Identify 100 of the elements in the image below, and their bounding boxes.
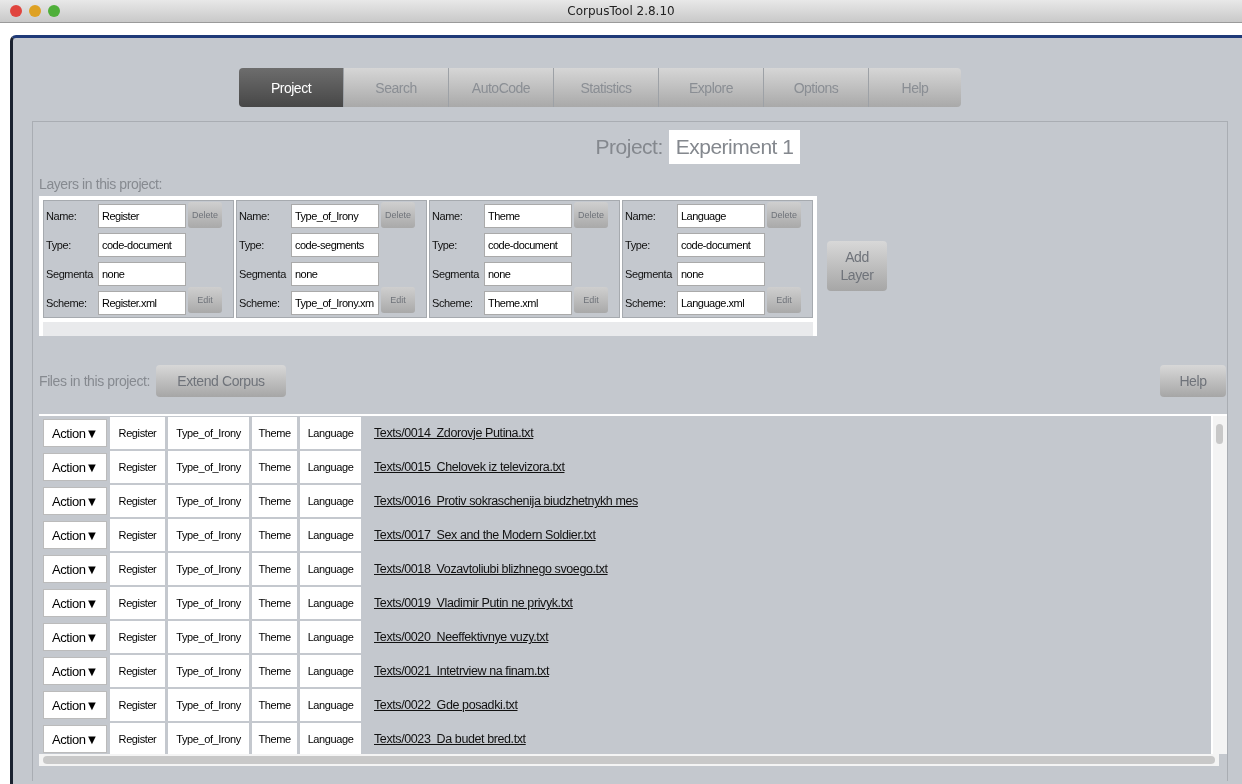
- layer-cell[interactable]: Theme: [252, 689, 297, 721]
- input-field[interactable]: code-segments: [291, 232, 379, 257]
- field-label: Scheme:: [625, 296, 667, 309]
- layer-cell[interactable]: Language: [300, 485, 361, 517]
- input-field[interactable]: code-document: [98, 232, 186, 257]
- project-label: Project:: [595, 135, 663, 159]
- layer-cell[interactable]: Type_of_Irony: [168, 451, 249, 483]
- layer-cell[interactable]: Register: [110, 553, 165, 585]
- layer-cell[interactable]: Register: [110, 519, 165, 551]
- file-link[interactable]: Texts/0018 Vozavtoliubi blizhnego svoego.txt: [374, 562, 608, 576]
- field-label: Name:: [46, 209, 78, 222]
- action-dropdown[interactable]: Action▼: [43, 419, 107, 447]
- file-link[interactable]: Texts/0021 Intetrview na finam.txt: [374, 664, 549, 678]
- field-label: Segmenta: [432, 267, 481, 280]
- input-field[interactable]: none: [291, 261, 379, 286]
- field-label: Name:: [239, 209, 271, 222]
- input-field[interactable]: Theme.xml: [484, 290, 572, 315]
- layer-cell[interactable]: Theme: [252, 553, 297, 585]
- layer-cell[interactable]: Language: [300, 587, 361, 619]
- file-link[interactable]: Texts/0016 Protiv sokraschenija biudzhetnykh mes: [374, 494, 638, 508]
- layer-cell[interactable]: Type_of_Irony: [168, 655, 249, 687]
- layer-cell[interactable]: Register: [110, 587, 165, 619]
- layer-cell[interactable]: Language: [300, 519, 361, 551]
- layer-cell[interactable]: Language: [300, 655, 361, 687]
- minimize-icon[interactable]: [29, 5, 41, 17]
- field-label: Type:: [46, 238, 72, 251]
- action-dropdown[interactable]: Action▼: [43, 521, 107, 549]
- layer-cell[interactable]: Language: [300, 621, 361, 653]
- layer-cell[interactable]: Type_of_Irony: [168, 519, 249, 551]
- layer-cell[interactable]: Theme: [252, 621, 297, 653]
- input-field[interactable]: Type_of_Irony: [291, 203, 379, 228]
- field-label: Type:: [625, 238, 651, 251]
- layer-cell[interactable]: Theme: [252, 587, 297, 619]
- action-dropdown[interactable]: Action▼: [43, 487, 107, 515]
- field-label: Name:: [625, 209, 657, 222]
- layer-cell[interactable]: Language: [300, 723, 361, 755]
- input-field[interactable]: Type_of_Irony.xm: [291, 290, 379, 315]
- layer-cell[interactable]: Register: [110, 485, 165, 517]
- file-link[interactable]: Texts/0020 Neeffektivnye vuzy.txt: [374, 630, 549, 644]
- layer-cell[interactable]: Theme: [252, 519, 297, 551]
- project-name-field[interactable]: Experiment 1: [668, 130, 801, 164]
- tab[interactable]: Project: [239, 68, 344, 107]
- input-field[interactable]: code-document: [677, 232, 765, 257]
- window-title: CorpusTool 2.8.10: [567, 4, 675, 18]
- layer-cell[interactable]: Register: [110, 417, 165, 449]
- layer-cell[interactable]: Type_of_Irony: [168, 723, 249, 755]
- field-label: Segmenta: [625, 267, 674, 280]
- layer-cell[interactable]: Register: [110, 655, 165, 687]
- zoom-icon[interactable]: [48, 5, 60, 17]
- action-dropdown[interactable]: Action▼: [43, 691, 107, 719]
- action-dropdown[interactable]: Action▼: [43, 555, 107, 583]
- input-field[interactable]: none: [677, 261, 765, 286]
- input-field[interactable]: code-document: [484, 232, 572, 257]
- action-dropdown[interactable]: Action▼: [43, 453, 107, 481]
- close-icon[interactable]: [10, 5, 22, 17]
- layer-cell[interactable]: Register: [110, 451, 165, 483]
- file-link[interactable]: Texts/0022 Gde posadki.txt: [374, 698, 518, 712]
- action-dropdown[interactable]: Action▼: [43, 725, 107, 753]
- action-dropdown[interactable]: Action▼: [43, 589, 107, 617]
- layer-cell[interactable]: Type_of_Irony: [168, 485, 249, 517]
- layer-cell[interactable]: Theme: [252, 655, 297, 687]
- input-field[interactable]: Language.xml: [677, 290, 765, 315]
- layer-cell[interactable]: Theme: [252, 417, 297, 449]
- file-link[interactable]: Texts/0019 Vladimir Putin ne privyk.txt: [374, 596, 573, 610]
- layer-cell[interactable]: Register: [110, 723, 165, 755]
- layers-label: Layers in this project:: [39, 176, 164, 192]
- file-link[interactable]: Texts/0017 Sex and the Modern Soldier.txt: [374, 528, 596, 542]
- layer-cell[interactable]: Register: [110, 621, 165, 653]
- layer-cell[interactable]: Language: [300, 451, 361, 483]
- field-label: Scheme:: [239, 296, 281, 309]
- layer-cell[interactable]: Theme: [252, 451, 297, 483]
- layer-cell[interactable]: Language: [300, 553, 361, 585]
- input-field[interactable]: Register: [98, 203, 186, 228]
- input-field[interactable]: none: [98, 261, 186, 286]
- file-link[interactable]: Texts/0014 Zdorovje Putina.txt: [374, 426, 534, 440]
- layer-cell[interactable]: Theme: [252, 723, 297, 755]
- vertical-scrollbar[interactable]: [1213, 416, 1227, 754]
- layer-cell[interactable]: Type_of_Irony: [168, 553, 249, 585]
- layer-cell[interactable]: Register: [110, 689, 165, 721]
- action-dropdown[interactable]: Action▼: [43, 657, 107, 685]
- layer-cell[interactable]: Theme: [252, 485, 297, 517]
- action-dropdown[interactable]: Action▼: [43, 623, 107, 651]
- field-label: Name:: [432, 209, 464, 222]
- layer-cell[interactable]: Type_of_Irony: [168, 621, 249, 653]
- layer-cell[interactable]: Type_of_Irony: [168, 417, 249, 449]
- layer-cell[interactable]: Language: [300, 417, 361, 449]
- layer-cell[interactable]: Type_of_Irony: [168, 587, 249, 619]
- file-link[interactable]: Texts/0015 Chelovek iz televizora.txt: [374, 460, 565, 474]
- layer-cell[interactable]: Type_of_Irony: [168, 689, 249, 721]
- field-label: Scheme:: [46, 296, 88, 309]
- field-label: Segmenta: [239, 267, 288, 280]
- input-field[interactable]: Register.xml: [98, 290, 186, 315]
- field-label: Segmenta: [46, 267, 95, 280]
- file-link[interactable]: Texts/0023 Da budet bred.txt: [374, 732, 526, 746]
- field-label: Type:: [432, 238, 458, 251]
- layer-cell[interactable]: Language: [300, 689, 361, 721]
- input-field[interactable]: Theme: [484, 203, 572, 228]
- horizontal-scrollbar[interactable]: [39, 754, 1219, 766]
- input-field[interactable]: Language: [677, 203, 765, 228]
- input-field[interactable]: none: [484, 261, 572, 286]
